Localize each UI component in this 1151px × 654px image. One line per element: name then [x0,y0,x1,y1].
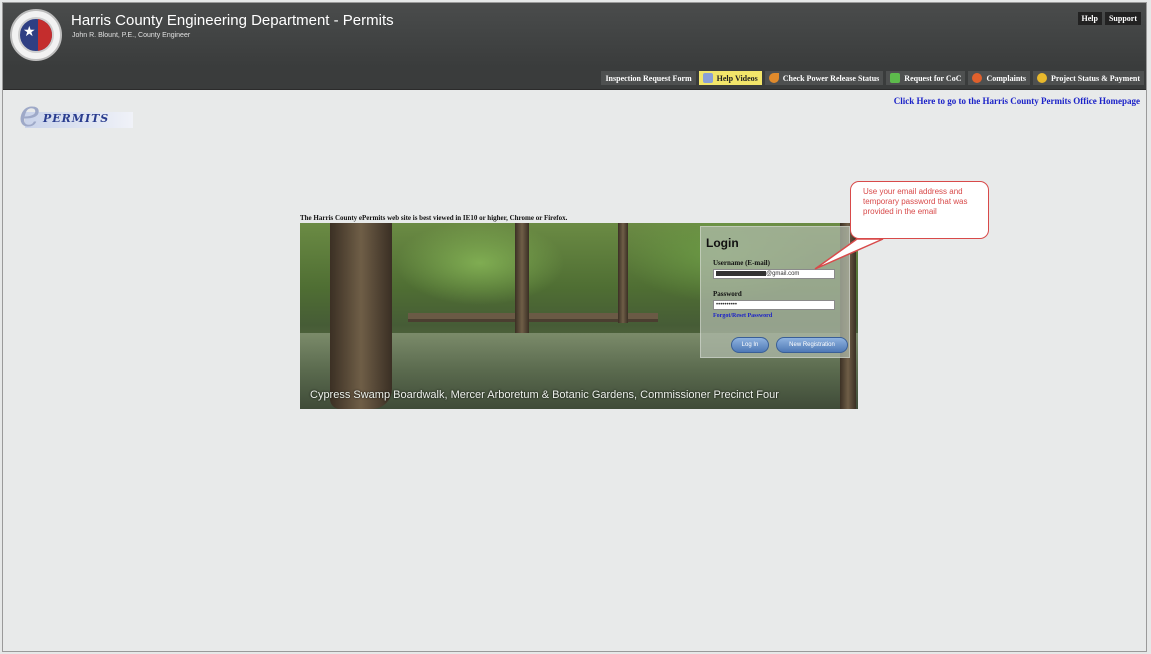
top-links: Help Support [1077,12,1141,25]
nav-label: Request for CoC [904,73,962,83]
login-panel: Login Username (E-mail) @gmail.com Passw… [700,226,850,358]
checklist-icon [890,73,901,83]
site-title: Harris County Engineering Department - P… [71,12,394,29]
nav-label: Project Status & Payment [1051,73,1140,83]
nav-menu: Inspection Request Form Help Videos Chec… [601,71,1144,85]
site-header: ★ Harris County Engineering Department -… [3,3,1146,67]
nav-check-power-release-status[interactable]: Check Power Release Status [764,71,884,85]
video-icon [702,73,713,83]
nav-bar: Inspection Request Form Help Videos Chec… [3,67,1146,90]
nav-label: Complaints [986,73,1027,83]
nav-label: Check Power Release Status [782,73,880,83]
nav-label: Inspection Request Form [605,73,692,83]
cypress-trunk [330,223,392,409]
instruction-callout: Use your email address and temporary pas… [850,181,989,239]
nav-inspection-request-form[interactable]: Inspection Request Form [601,71,696,85]
new-registration-button[interactable]: New Registration [776,337,848,353]
tree-trunk [618,223,628,323]
page-frame: ★ Harris County Engineering Department -… [2,2,1147,652]
permits-homepage-link[interactable]: Click Here to go to the Harris County Pe… [894,96,1140,106]
nav-request-for-coc[interactable]: Request for CoC [886,71,966,85]
swamp-photo: Cypress Swamp Boardwalk, Mercer Arboretu… [300,223,858,409]
epermits-logo: e PERMITS [15,94,135,142]
nav-complaints[interactable]: Complaints [968,71,1031,85]
nav-help-videos[interactable]: Help Videos [698,71,762,85]
site-subtitle: John R. Blount, P.E., County Engineer [72,32,191,39]
browser-compatibility-note: The Harris County ePermits web site is b… [300,214,568,222]
support-link[interactable]: Support [1104,12,1141,25]
forgot-password-link[interactable]: Forgot/Reset Password [713,313,772,319]
username-label: Username (E-mail) [713,259,770,267]
logo-letter: e [19,94,41,135]
help-link[interactable]: Help [1077,12,1102,25]
status-icon [1037,73,1048,83]
nav-label: Help Videos [716,73,758,83]
nav-project-status-payment[interactable]: Project Status & Payment [1033,71,1144,85]
county-seal-icon: ★ [10,9,62,61]
tree-trunk [515,223,529,333]
password-label: Password [713,290,742,298]
login-title: Login [706,236,739,250]
photo-caption: Cypress Swamp Boardwalk, Mercer Arboretu… [310,389,779,401]
redacted-text [716,270,766,276]
power-icon [768,73,779,83]
complaint-icon [972,73,983,83]
password-input[interactable]: •••••••••• [713,300,835,310]
login-button[interactable]: Log In [731,337,769,353]
logo-text: PERMITS [43,112,110,125]
username-input[interactable]: @gmail.com [713,269,835,279]
username-value: @gmail.com [766,271,800,277]
